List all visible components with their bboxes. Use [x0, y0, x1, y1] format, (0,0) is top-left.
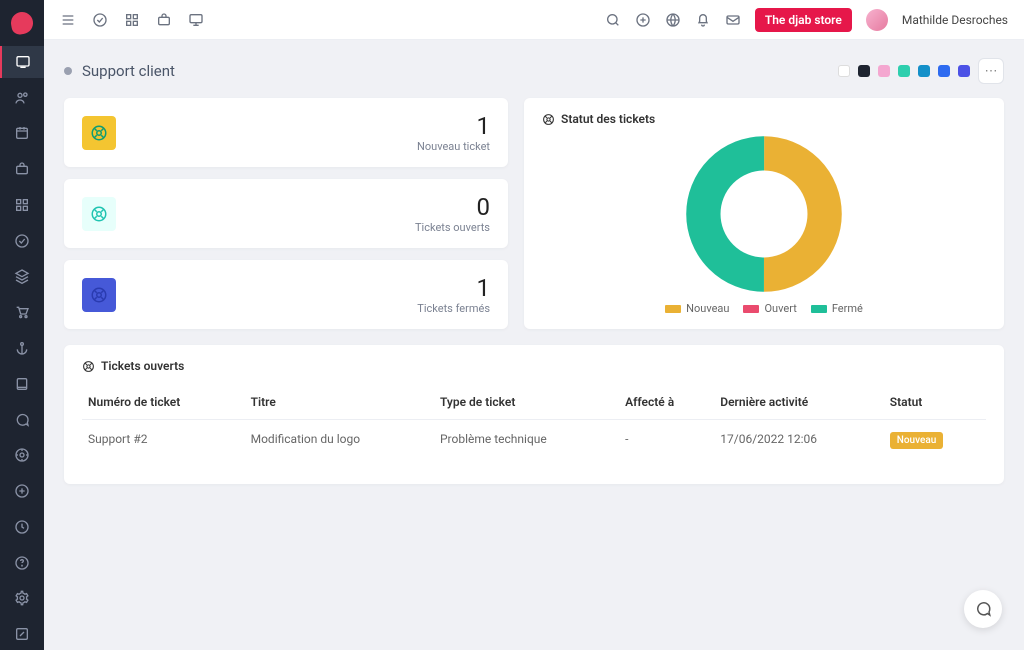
app-logo	[9, 10, 34, 35]
search-icon[interactable]	[605, 12, 621, 28]
rail-cart[interactable]	[0, 296, 44, 328]
lifebuoy-icon	[82, 116, 116, 150]
stat-value: 1	[417, 274, 490, 302]
globe-icon[interactable]	[665, 12, 681, 28]
color-swatch[interactable]	[958, 65, 970, 77]
table-row[interactable]: Support #2Modification du logoProblème t…	[82, 420, 986, 459]
color-swatch[interactable]	[838, 65, 850, 77]
rail-dashboard[interactable]	[0, 46, 44, 78]
legend-item: Ouvert	[743, 302, 796, 315]
chat-icon	[974, 600, 992, 618]
stat-card[interactable]: 0 Tickets ouverts	[64, 179, 508, 248]
more-button[interactable]: ⋯	[978, 58, 1004, 84]
apps-icon[interactable]	[124, 12, 140, 28]
open-tickets-card: Tickets ouverts Numéro de ticketTitreTyp…	[64, 345, 1004, 484]
status-badge: Nouveau	[890, 432, 944, 449]
lifebuoy-icon	[542, 113, 555, 126]
content: Support client ⋯ 1 Nouveau ticket 0 Tick…	[44, 40, 1024, 650]
chat-fab[interactable]	[964, 590, 1002, 628]
add-icon[interactable]	[635, 12, 651, 28]
color-swatch[interactable]	[858, 65, 870, 77]
stat-label: Nouveau ticket	[417, 140, 490, 153]
rail-time[interactable]	[0, 511, 44, 543]
rail-check[interactable]	[0, 225, 44, 257]
check-icon[interactable]	[92, 12, 108, 28]
username: Mathilde Desroches	[902, 13, 1008, 27]
avatar[interactable]	[866, 9, 888, 31]
monitor-icon[interactable]	[188, 12, 204, 28]
rail-chat[interactable]	[0, 404, 44, 436]
rail-apps[interactable]	[0, 189, 44, 221]
stat-card[interactable]: 1 Nouveau ticket	[64, 98, 508, 167]
rail-users[interactable]	[0, 82, 44, 114]
rail-support[interactable]	[0, 439, 44, 471]
lifebuoy-icon	[82, 278, 116, 312]
page-status-dot	[64, 67, 72, 75]
chart-title: Statut des tickets	[561, 112, 655, 126]
rail-book[interactable]	[0, 368, 44, 400]
donut-chart	[684, 134, 844, 294]
table-header[interactable]: Titre	[245, 385, 434, 420]
rail-logout[interactable]	[0, 475, 44, 507]
store-button[interactable]: The djab store	[755, 8, 852, 32]
page-title: Support client	[82, 62, 175, 80]
rail-settings[interactable]	[0, 583, 44, 615]
stat-value: 1	[417, 112, 490, 140]
ticket-status-card: Statut des tickets Nouveau Ouvert Fermé	[524, 98, 1004, 329]
menu-icon[interactable]	[60, 12, 76, 28]
stat-label: Tickets ouverts	[415, 221, 490, 234]
color-swatch[interactable]	[918, 65, 930, 77]
table-header[interactable]: Dernière activité	[714, 385, 883, 420]
briefcase-icon[interactable]	[156, 12, 172, 28]
rail-anchor[interactable]	[0, 332, 44, 364]
color-swatch[interactable]	[878, 65, 890, 77]
lifebuoy-icon	[82, 197, 116, 231]
left-rail	[0, 0, 44, 650]
stat-value: 0	[415, 193, 490, 221]
stat-card[interactable]: 1 Tickets fermés	[64, 260, 508, 329]
topbar: The djab store Mathilde Desroches	[44, 0, 1024, 40]
rail-layers[interactable]	[0, 261, 44, 293]
legend-item: Fermé	[811, 302, 863, 315]
color-swatch[interactable]	[938, 65, 950, 77]
table-header[interactable]: Type de ticket	[434, 385, 619, 420]
table-header[interactable]: Statut	[884, 385, 986, 420]
tickets-table: Numéro de ticketTitreType de ticketAffec…	[82, 385, 986, 458]
table-header[interactable]: Numéro de ticket	[82, 385, 245, 420]
legend-item: Nouveau	[665, 302, 729, 315]
bell-icon[interactable]	[695, 12, 711, 28]
stat-label: Tickets fermés	[417, 302, 490, 315]
color-swatches: ⋯	[838, 58, 1004, 84]
rail-edit[interactable]	[0, 618, 44, 650]
table-header[interactable]: Affecté à	[619, 385, 714, 420]
rail-help[interactable]	[0, 547, 44, 579]
rail-calendar[interactable]	[0, 117, 44, 149]
table-title: Tickets ouverts	[101, 359, 184, 373]
mail-icon[interactable]	[725, 12, 741, 28]
lifebuoy-icon	[82, 360, 95, 373]
color-swatch[interactable]	[898, 65, 910, 77]
rail-briefcase[interactable]	[0, 153, 44, 185]
